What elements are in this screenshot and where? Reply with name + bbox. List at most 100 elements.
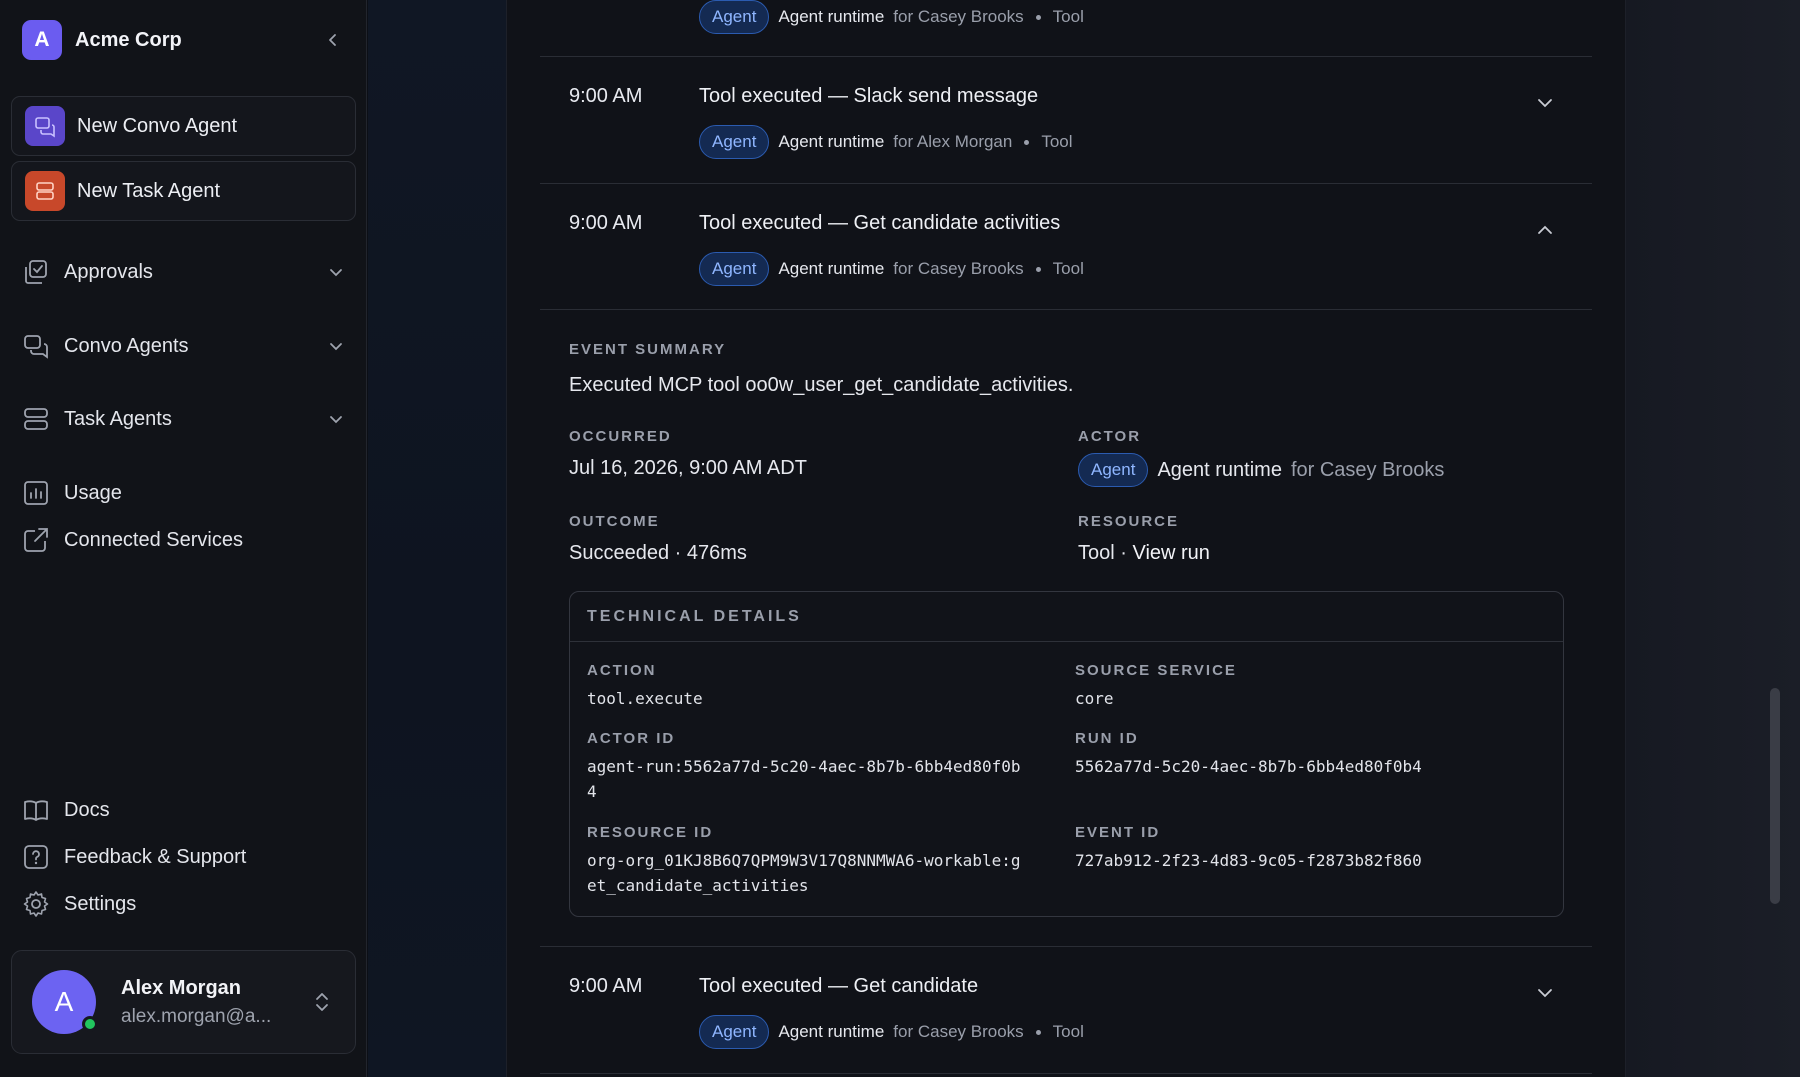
- nav-connected-services[interactable]: Connected Services: [22, 524, 345, 556]
- chevron-up-icon[interactable]: [1533, 218, 1557, 242]
- event-meta: Agent Agent runtime for Alex Morgan Tool: [699, 125, 1073, 159]
- event-title: Tool executed — Get candidate activities: [699, 212, 1061, 234]
- resource-id-value: org-org_01KJ8B6Q7QPM9W3V17Q8NNMWA6-worka…: [587, 848, 1020, 898]
- chevron-down-icon: [330, 269, 342, 277]
- row-divider: [540, 1073, 1592, 1074]
- resource-id-line: et_candidate_activities: [587, 876, 809, 895]
- event-actor: Agent runtime: [778, 259, 885, 278]
- event-actor: Agent runtime: [778, 132, 885, 151]
- agent-badge: Agent: [699, 0, 770, 34]
- nav-feedback-support[interactable]: Feedback & Support: [22, 841, 345, 873]
- event-title: Tool executed — Get candidate: [699, 975, 979, 997]
- technical-details-header: TECHNICAL DETAILS: [570, 592, 1563, 642]
- event-row[interactable]: Agent Agent runtime for Casey Brooks Too…: [540, 0, 1592, 56]
- chevron-down-icon[interactable]: [1533, 981, 1557, 1005]
- view-run-link[interactable]: View run: [1132, 542, 1209, 564]
- event-time: 9:00 AM: [569, 975, 643, 997]
- actor-id-line: 4: [587, 782, 597, 801]
- nav-docs[interactable]: Docs: [22, 794, 345, 826]
- event-for: for Casey Brooks: [893, 1022, 1024, 1041]
- gear-icon: [23, 891, 49, 917]
- event-time: 9:00 AM: [569, 212, 643, 234]
- nav-connected-services-label: Connected Services: [64, 528, 243, 551]
- new-convo-agent-label: New Convo Agent: [77, 114, 238, 137]
- actor-id-value: agent-run:5562a77d-5c20-4aec-8b7b-6bb4ed…: [587, 754, 1020, 804]
- action-value: tool.execute: [587, 689, 703, 708]
- question-square-icon: [24, 845, 48, 869]
- event-time: 9:00 AM: [569, 85, 643, 107]
- sidebar: A Acme Corp New Convo Agent New Task Age…: [0, 0, 367, 1077]
- org-avatar: A: [22, 20, 62, 60]
- resource-value: Tool · View run: [1078, 542, 1210, 565]
- external-link-icon: [24, 528, 48, 552]
- event-resource: Tool: [1052, 7, 1084, 26]
- chat-bubbles-icon: [25, 106, 65, 146]
- nav-docs-label: Docs: [64, 798, 110, 821]
- nav-convo-agents[interactable]: Convo Agents: [22, 330, 345, 362]
- server-stack-icon: [25, 171, 65, 211]
- resource-id-label: RESOURCE ID: [587, 824, 714, 841]
- event-row[interactable]: 9:00 AM Tool executed — Get candidate Ag…: [540, 947, 1592, 1073]
- agent-badge: Agent: [1078, 453, 1149, 487]
- technical-details-heading: TECHNICAL DETAILS: [587, 607, 802, 625]
- avatar: A: [32, 970, 98, 1034]
- book-icon: [24, 800, 48, 821]
- nav-approvals[interactable]: Approvals: [22, 256, 345, 288]
- nav-usage[interactable]: Usage: [22, 477, 345, 509]
- outcome-label: OUTCOME: [569, 513, 660, 530]
- separator-dot: [1035, 266, 1041, 272]
- action-label: ACTION: [587, 662, 657, 679]
- user-menu[interactable]: A Alex Morgan alex.morgan@a...: [11, 950, 356, 1054]
- source-service-label: SOURCE SERVICE: [1075, 662, 1237, 679]
- event-meta: Agent Agent runtime for Casey Brooks Too…: [699, 1015, 1084, 1049]
- chat-bubbles-icon: [24, 335, 48, 359]
- bar-chart-icon: [24, 481, 48, 505]
- new-task-agent-button[interactable]: New Task Agent: [11, 161, 356, 221]
- nav-approvals-label: Approvals: [64, 260, 153, 283]
- online-status-dot: [82, 1016, 98, 1032]
- run-id-label: RUN ID: [1075, 730, 1139, 747]
- event-summary-label: EVENT SUMMARY: [569, 341, 727, 358]
- event-id-label: EVENT ID: [1075, 824, 1161, 841]
- org-switcher[interactable]: A Acme Corp: [22, 20, 345, 60]
- nav-settings[interactable]: Settings: [22, 888, 345, 920]
- approval-check-icon: [25, 260, 47, 284]
- scrollbar-thumb[interactable]: [1770, 688, 1780, 904]
- row-divider: [540, 309, 1592, 310]
- resource-type: Tool ·: [1078, 542, 1133, 564]
- event-for: for Casey Brooks: [893, 259, 1024, 278]
- separator-dot: [1024, 139, 1030, 145]
- nav-feedback-support-label: Feedback & Support: [64, 845, 247, 868]
- event-for: for Alex Morgan: [893, 132, 1013, 151]
- nav-settings-label: Settings: [64, 892, 137, 915]
- event-title: Tool executed — Slack send message: [699, 85, 1039, 107]
- new-convo-agent-button[interactable]: New Convo Agent: [11, 96, 356, 156]
- chevron-up-down-icon: [307, 991, 337, 1013]
- user-name: Alex Morgan: [121, 976, 242, 999]
- event-summary-text: Executed MCP tool oo0w_user_get_candidat…: [569, 374, 1074, 396]
- user-email: alex.morgan@a...: [121, 1005, 272, 1027]
- actor-label: ACTOR: [1078, 428, 1142, 445]
- actor-value: Agent Agent runtime for Casey Brooks: [1078, 453, 1444, 487]
- event-meta: Agent Agent runtime for Casey Brooks Too…: [699, 0, 1084, 34]
- nav-task-agents[interactable]: Task Agents: [22, 403, 345, 435]
- separator-dot: [1035, 1029, 1041, 1035]
- new-task-agent-label: New Task Agent: [77, 179, 221, 202]
- event-row[interactable]: 9:00 AM Tool executed — Slack send messa…: [540, 57, 1592, 183]
- nav-convo-agents-label: Convo Agents: [64, 334, 189, 357]
- actor-for: for Casey Brooks: [1290, 458, 1445, 481]
- event-row-expanded[interactable]: 9:00 AM Tool executed — Get candidate ac…: [540, 184, 1592, 310]
- collapse-sidebar-button[interactable]: [321, 28, 345, 52]
- event-actor: Agent runtime: [778, 7, 885, 26]
- chevron-down-icon: [330, 343, 342, 351]
- org-name: Acme Corp: [75, 28, 182, 51]
- event-resource: Tool: [1052, 259, 1084, 278]
- chevron-down-icon: [330, 416, 342, 424]
- actor-name: Agent runtime: [1157, 458, 1282, 481]
- source-service-value: core: [1075, 689, 1114, 708]
- nav-usage-label: Usage: [64, 481, 122, 504]
- chevron-down-icon[interactable]: [1533, 91, 1557, 115]
- occurred-label: OCCURRED: [569, 428, 672, 445]
- occurred-value: Jul 16, 2026, 9:00 AM ADT: [569, 457, 807, 479]
- server-stack-icon: [24, 408, 48, 430]
